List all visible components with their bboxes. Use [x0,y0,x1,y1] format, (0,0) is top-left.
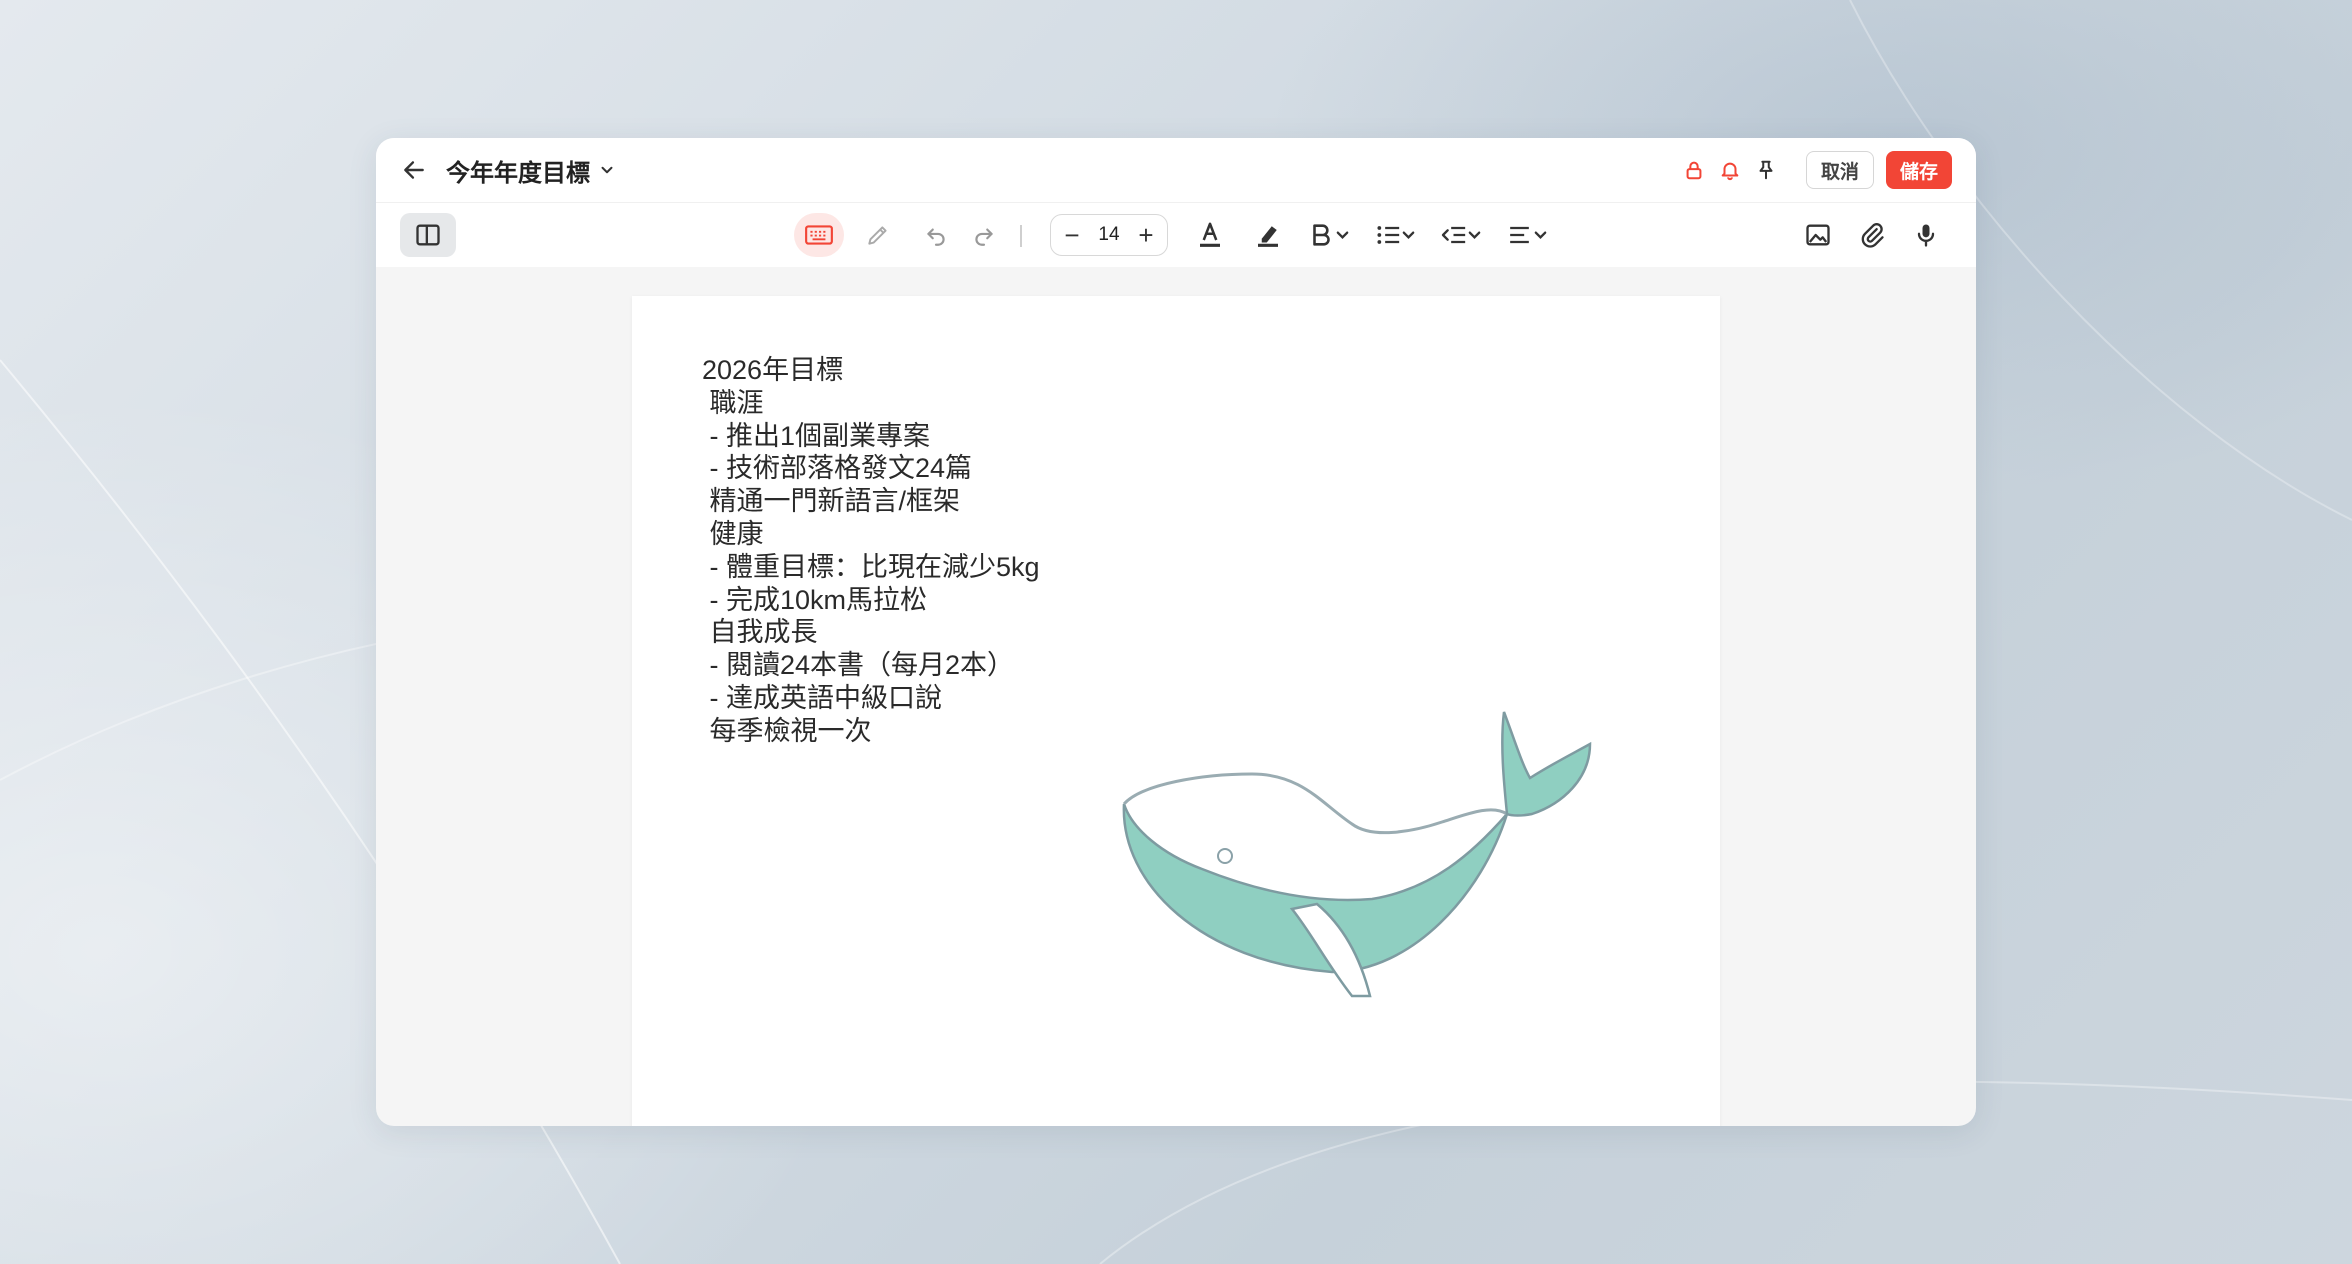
note-line: 健康 [702,518,764,549]
cancel-button[interactable]: 取消 [1805,151,1874,189]
note-editor-window: 今年年度目標 取消 儲存 − 14 + 2026年目標 職涯 - 推出1個副業專… [376,138,1976,1126]
pen-button[interactable] [856,213,900,257]
bell-icon [1721,162,1739,181]
keyboard-button[interactable] [794,213,844,257]
reminder-button[interactable] [1712,152,1748,188]
toolbar-divider [1020,225,1022,247]
document-title: 今年年度目標 [446,159,590,187]
note-line: 自我成長 [702,617,818,648]
redo-button[interactable] [964,213,1004,257]
attach-file-button[interactable] [1850,213,1894,257]
keyboard-icon [805,225,833,245]
save-button[interactable]: 儲存 [1885,151,1952,189]
indent-icon [1441,226,1481,244]
pin-icon [1759,160,1773,180]
paperclip-icon [1861,223,1884,248]
bullet-list-icon [1377,226,1415,244]
chevron-down-icon [601,166,613,174]
list-dropdown[interactable] [1370,213,1426,257]
insert-image-button[interactable] [1796,213,1840,257]
pencil-icon [868,226,887,245]
note-line: - 閱讀24本書（每月2本） [702,650,1015,681]
undo-icon [927,228,945,246]
sidebar-toggle-icon [416,224,440,246]
note-line: - 達成英語中級口說 [702,682,943,713]
lock-button[interactable] [1676,152,1712,188]
font-size-decrease-button[interactable]: − [1059,220,1085,250]
note-line: - 完成10km馬拉松 [702,584,928,615]
indent-dropdown[interactable] [1436,213,1492,257]
note-line: 職涯 [702,387,764,418]
note-line: 2026年目標 [702,355,844,385]
voice-input-button[interactable] [1904,213,1948,257]
align-dropdown[interactable] [1502,213,1558,257]
document-title-dropdown[interactable]: 今年年度目標 [446,152,616,188]
note-line: - 推出1個副業專案 [702,420,931,451]
microphone-icon [1917,224,1935,247]
align-icon [1510,226,1547,244]
redo-icon [975,228,993,246]
highlighter-icon [1258,226,1278,247]
image-icon [1806,224,1830,246]
lock-icon [1686,161,1702,180]
title-bar: 今年年度目標 取消 儲存 [376,138,1976,202]
arrow-left-icon [404,161,424,179]
text-color-icon [1200,222,1220,247]
font-size-stepper: − 14 + [1050,214,1168,256]
highlight-button[interactable] [1246,213,1290,257]
undo-button[interactable] [916,213,956,257]
note-page[interactable]: 2026年目標 職涯 - 推出1個副業專案 - 技術部落格發文24篇 精通一門新… [632,296,1720,1126]
back-button[interactable] [398,154,430,186]
bold-icon [1313,224,1349,246]
note-line: 精通一門新語言/框架 [702,486,961,517]
whale-drawing [1122,711,1592,998]
note-line: - 技術部落格發文24篇 [702,453,973,484]
note-line: - 體重目標：比現在減少5kg [702,551,1040,582]
title-actions: 取消 儲存 [1676,150,1952,190]
editor-toolbar: − 14 + [376,202,1976,267]
font-size-value[interactable]: 14 [1098,224,1119,246]
note-text[interactable]: 2026年目標 職涯 - 推出1個副業專案 - 技術部落格發文24篇 精通一門新… [702,354,1040,748]
sidebar-toggle-button[interactable] [400,213,456,257]
font-size-increase-button[interactable]: + [1133,220,1159,250]
note-line: 每季檢視一次 [702,715,872,746]
text-color-button[interactable] [1188,213,1232,257]
pin-button[interactable] [1748,152,1784,188]
bold-dropdown[interactable] [1304,213,1360,257]
